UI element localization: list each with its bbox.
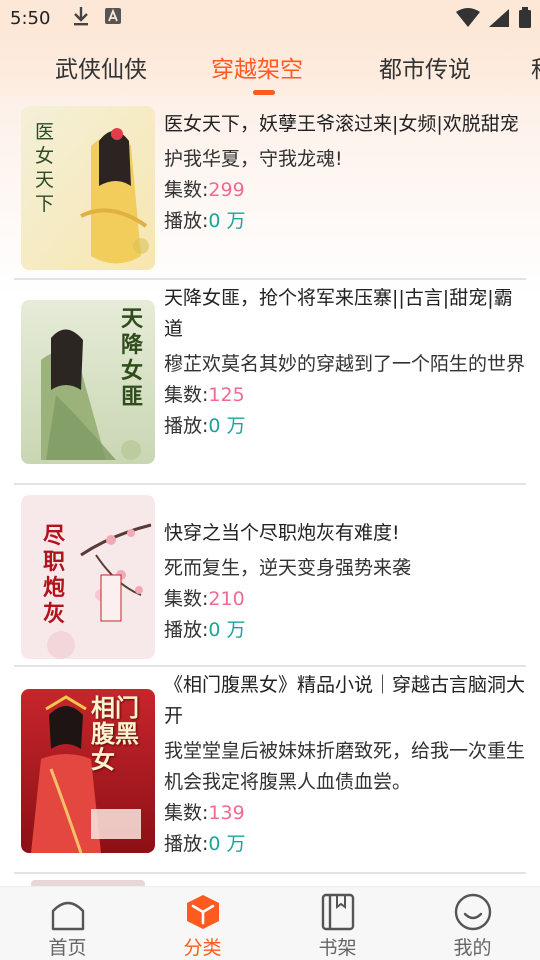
tab-chuanyue[interactable]: 穿越架空	[211, 50, 303, 84]
nav-bookshelf-label: 书架	[318, 937, 357, 959]
category-cube-icon	[187, 895, 219, 929]
episode-count: 集数:139	[164, 798, 526, 829]
nav-bookshelf[interactable]: 书架	[270, 887, 405, 960]
cover-title: 相门腹黑女	[91, 693, 139, 774]
book-title: 快穿之当个尽职炮灰有难度!	[164, 522, 400, 544]
cover-title: 尽职炮灰	[43, 523, 66, 627]
episode-value: 210	[208, 588, 245, 610]
nav-home[interactable]: 首页	[0, 887, 135, 960]
book-description: 穆芷欢莫名其妙的穿越到了一个陌生的世界	[164, 353, 526, 375]
play-count: 播放:0 万	[164, 615, 526, 646]
episode-value: 125	[208, 384, 245, 406]
play-label: 播放:	[164, 415, 209, 437]
category-tabs: 武侠仙侠 穿越架空 都市传说 科	[0, 36, 540, 96]
tab-dushi[interactable]: 都市传说	[379, 50, 471, 84]
signal-icon	[488, 8, 510, 32]
profile-smile-icon	[454, 893, 492, 931]
cover-title: 医女天下	[35, 121, 55, 215]
divider	[14, 872, 526, 874]
download-icon	[72, 6, 90, 30]
book-cover[interactable]: 尽职炮灰	[21, 495, 155, 659]
play-label: 播放:	[164, 619, 209, 641]
book-cover[interactable]: 医女天下	[21, 106, 155, 270]
episode-label: 集数:	[164, 179, 209, 201]
a-badge-icon	[104, 7, 122, 29]
bottom-navigation: 首页 分类 书架 我的	[0, 886, 540, 960]
episode-value: 299	[208, 179, 245, 201]
play-value: 0 万	[208, 833, 246, 855]
play-label: 播放:	[164, 210, 209, 232]
play-count: 播放:0 万	[164, 206, 526, 237]
tab-wuxia[interactable]: 武侠仙侠	[55, 50, 147, 84]
book-title: 医女天下，妖孽王爷滚过来|女频|欢脱甜宠	[164, 113, 519, 135]
nav-profile[interactable]: 我的	[405, 887, 540, 960]
episode-count: 集数:299	[164, 175, 526, 206]
episode-label: 集数:	[164, 384, 209, 406]
list-item[interactable]: 医女天下 医女天下，妖孽王爷滚过来|女频|欢脱甜宠 护我华夏，守我龙魂! 集数:…	[0, 96, 540, 278]
play-value: 0 万	[208, 415, 246, 437]
book-description: 死而复生，逆天变身强势来袭	[164, 557, 412, 579]
nav-category-label: 分类	[183, 937, 222, 959]
play-count: 播放:0 万	[164, 829, 526, 860]
battery-icon	[518, 7, 532, 33]
status-bar: 5:50	[0, 0, 540, 36]
tab-indicator	[253, 90, 275, 95]
book-cover[interactable]: 天降女匪	[21, 300, 155, 464]
bookshelf-icon	[321, 893, 355, 931]
book-description: 护我华夏，守我龙魂!	[164, 148, 343, 170]
nav-profile-label: 我的	[453, 937, 492, 959]
episode-value: 139	[208, 802, 245, 824]
book-title: 天降女匪，抢个将军来压寨||古言|甜宠|霸道	[164, 287, 513, 340]
list-item[interactable]: 相门腹黑女 《相门腹黑女》精品小说｜穿越古言脑洞大开 我堂堂皇后被妹妹折磨致死，…	[0, 667, 540, 869]
home-icon	[51, 901, 85, 931]
book-cover[interactable]: 相门腹黑女	[21, 689, 155, 853]
cover-title: 天降女匪	[121, 306, 144, 410]
episode-label: 集数:	[164, 802, 209, 824]
book-description: 我堂堂皇后被妹妹折磨致死，给我一次重生机会我定将腹黑人血债血尝。	[164, 740, 526, 793]
play-count: 播放:0 万	[164, 411, 526, 442]
nav-category[interactable]: 分类	[135, 887, 270, 960]
play-value: 0 万	[208, 210, 246, 232]
episode-count: 集数:210	[164, 584, 526, 615]
list-item[interactable]: 尽职炮灰 快穿之当个尽职炮灰有难度! 死而复生，逆天变身强势来袭 集数:210 …	[0, 485, 540, 665]
book-title: 《相门腹黑女》精品小说｜穿越古言脑洞大开	[164, 674, 526, 727]
episode-count: 集数:125	[164, 380, 526, 411]
play-value: 0 万	[208, 619, 246, 641]
nav-home-label: 首页	[48, 937, 87, 959]
list-item[interactable]: 天降女匪 天降女匪，抢个将军来压寨||古言|甜宠|霸道 穆芷欢莫名其妙的穿越到了…	[0, 280, 540, 482]
wifi-icon	[456, 8, 480, 32]
episode-label: 集数:	[164, 588, 209, 610]
status-time: 5:50	[10, 7, 51, 29]
tab-ke[interactable]: 科	[531, 50, 540, 84]
play-label: 播放:	[164, 833, 209, 855]
